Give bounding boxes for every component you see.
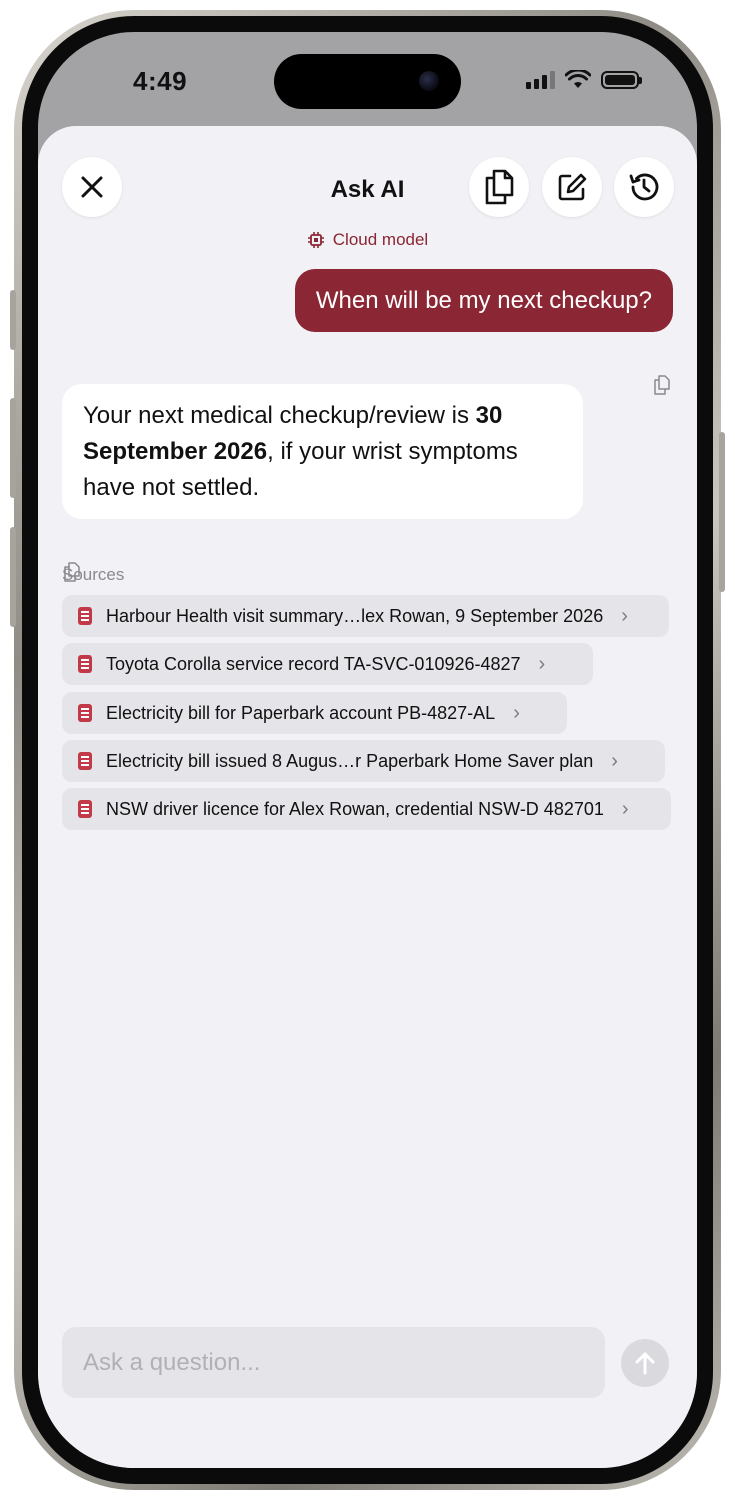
- model-label: Cloud model: [332, 230, 429, 249]
- ai-response-bubble: Your next medical checkup/review is 30 S…: [62, 384, 583, 519]
- chevron-right-icon: ›: [611, 749, 618, 772]
- chevron-right-icon: ›: [621, 604, 628, 627]
- source-item-label: Toyota Corolla service record TA-SVC-010…: [106, 653, 521, 674]
- send-button[interactable]: [621, 1339, 669, 1387]
- ai-response-prefix: Your next medical checkup/review is: [83, 402, 476, 429]
- copy-user-message-button[interactable]: [653, 375, 671, 400]
- status-bar: 4:49: [38, 32, 697, 132]
- source-item[interactable]: Electricity bill for Paperbark account P…: [62, 692, 567, 734]
- volume-up-button: [10, 398, 16, 498]
- dynamic-island: [274, 54, 461, 109]
- screen: 4:49 Ask AI Cloud model When will be my …: [38, 32, 697, 1468]
- pdf-document-icon: [78, 655, 92, 673]
- pdf-document-icon: [78, 752, 92, 770]
- source-item[interactable]: NSW driver licence for Alex Rowan, crede…: [62, 788, 671, 830]
- cellular-signal-icon: [526, 71, 555, 89]
- chip-icon: [307, 232, 324, 248]
- model-indicator: Cloud model: [38, 230, 697, 250]
- pdf-document-icon: [78, 704, 92, 722]
- user-message-text: When will be my next checkup?: [315, 286, 652, 314]
- compose-icon: [558, 173, 587, 201]
- chevron-right-icon: ›: [621, 797, 629, 820]
- chevron-right-icon: ›: [513, 701, 520, 724]
- status-time: 4:49: [133, 66, 188, 96]
- wifi-icon: [565, 70, 591, 88]
- source-item[interactable]: Toyota Corolla service record TA-SVC-010…: [62, 643, 593, 685]
- power-button: [719, 432, 725, 592]
- arrow-up-icon: [635, 1352, 655, 1375]
- action-button: [10, 290, 16, 350]
- source-item-label: Electricity bill issued 8 Augus…r Paperb…: [106, 750, 594, 771]
- source-item-label: NSW driver licence for Alex Rowan, crede…: [106, 798, 604, 819]
- pdf-document-icon: [78, 607, 92, 625]
- source-item[interactable]: Electricity bill issued 8 Augus…r Paperb…: [62, 740, 665, 782]
- user-message-bubble: When will be my next checkup?: [294, 269, 673, 332]
- copy-conversation-button[interactable]: [469, 157, 529, 217]
- sources-label: Sources: [62, 565, 125, 584]
- status-icons: [526, 70, 642, 90]
- volume-down-button: [10, 527, 16, 627]
- history-icon: [629, 173, 659, 201]
- copy-icon: [654, 375, 670, 395]
- source-item-label: Harbour Health visit summary…lex Rowan, …: [106, 605, 604, 626]
- source-item-label: Electricity bill for Paperbark account P…: [106, 702, 496, 723]
- new-chat-button[interactable]: [542, 157, 602, 217]
- source-item[interactable]: Harbour Health visit summary…lex Rowan, …: [62, 595, 669, 637]
- battery-icon: [601, 71, 642, 89]
- question-input[interactable]: Ask a question...: [62, 1327, 605, 1398]
- pdf-document-icon: [78, 800, 92, 818]
- history-button[interactable]: [614, 157, 674, 217]
- copy-document-icon: [485, 169, 514, 205]
- question-input-placeholder: Ask a question...: [83, 1348, 261, 1376]
- chevron-right-icon: ›: [538, 652, 546, 675]
- camera-icon: [419, 71, 439, 91]
- ask-ai-sheet: Ask AI Cloud model When will be my next …: [38, 126, 697, 1468]
